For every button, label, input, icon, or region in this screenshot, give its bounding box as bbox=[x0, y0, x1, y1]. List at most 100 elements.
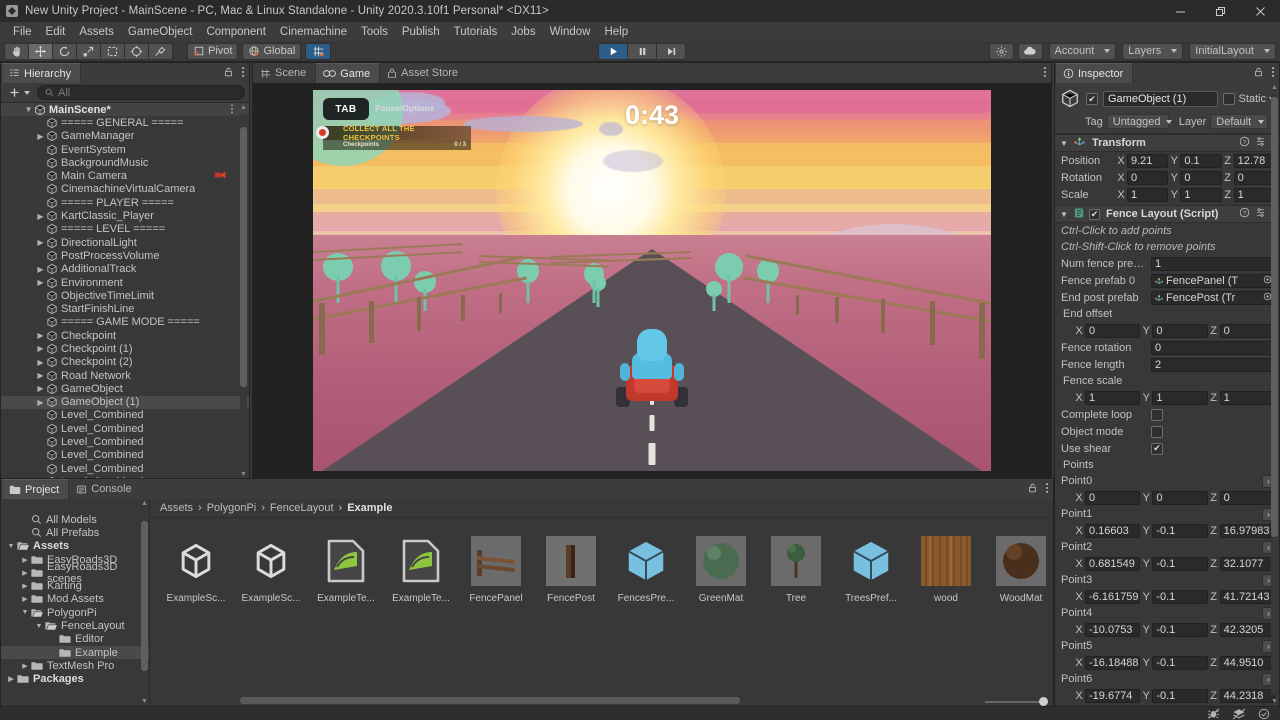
end-post-prefab-object-field[interactable]: FencePost (Tr bbox=[1151, 290, 1275, 305]
tab-inspector[interactable]: Inspector bbox=[1055, 63, 1134, 83]
hierarchy-item[interactable]: Main Camera bbox=[1, 169, 249, 182]
lock-icon[interactable] bbox=[223, 66, 234, 81]
hierarchy-item[interactable]: ===== PLAYER ===== bbox=[1, 196, 249, 209]
point-z-input[interactable]: 42.3205 bbox=[1219, 622, 1275, 637]
asset-item[interactable]: ExampleSc... bbox=[164, 534, 228, 604]
tab-hierarchy[interactable]: Hierarchy bbox=[1, 63, 82, 83]
chevron-right-icon[interactable]: ▶ bbox=[35, 384, 46, 393]
hierarchy-item[interactable]: ▶ GameObject bbox=[1, 382, 249, 395]
layout-dropdown[interactable]: InitialLayout bbox=[1189, 42, 1276, 60]
chevron-right-icon[interactable]: ▶ bbox=[19, 582, 31, 590]
point-y-input[interactable]: -0.1 bbox=[1152, 589, 1208, 604]
transform-position-x-input[interactable]: 9.21 bbox=[1127, 153, 1169, 168]
hierarchy-item[interactable]: ===== GAME MODE ===== bbox=[1, 316, 249, 329]
object-mode-checkbox[interactable] bbox=[1151, 425, 1163, 438]
hierarchy-item[interactable]: BackgroundMusic bbox=[1, 156, 249, 169]
custom-editor-tool-button[interactable] bbox=[148, 42, 173, 60]
preset-icon[interactable] bbox=[1255, 207, 1266, 221]
chevron-right-icon[interactable]: ▶ bbox=[35, 238, 46, 247]
hierarchy-item[interactable]: ▶ KartClassic_Player bbox=[1, 209, 249, 222]
point-z-input[interactable]: 44.2318 bbox=[1219, 688, 1275, 703]
hierarchy-item[interactable]: PostProcessVolume bbox=[1, 249, 249, 262]
help-icon[interactable]: ? bbox=[1239, 136, 1250, 150]
hierarchy-item[interactable]: ▶ GameObject (1) bbox=[1, 395, 249, 409]
point-x-input[interactable]: 0.681549 bbox=[1085, 556, 1141, 571]
layers-icon[interactable] bbox=[1232, 707, 1246, 720]
chevron-right-icon[interactable]: ▶ bbox=[35, 278, 46, 287]
point-x-input[interactable]: -16.18488 bbox=[1085, 655, 1141, 670]
object-enabled-checkbox[interactable] bbox=[1086, 93, 1098, 105]
chevron-right-icon[interactable]: ▶ bbox=[35, 265, 46, 274]
hierarchy-item[interactable]: ▶ DirectionalLight bbox=[1, 236, 249, 249]
point-z-input[interactable]: 41.72143 bbox=[1219, 589, 1275, 604]
project-tree-item[interactable]: ▶ Packages bbox=[1, 673, 149, 686]
chevron-right-icon[interactable]: ▶ bbox=[35, 132, 46, 141]
object-name-input[interactable]: GameObject (1) bbox=[1103, 91, 1219, 107]
point-x-input[interactable]: -6.161759 bbox=[1085, 589, 1141, 604]
hierarchy-item[interactable]: EventSystem bbox=[1, 143, 249, 156]
preset-icon[interactable] bbox=[1255, 136, 1266, 150]
transform-rotation-z-input[interactable]: 0 bbox=[1233, 170, 1275, 185]
asset-item[interactable]: WoodMat bbox=[989, 534, 1053, 604]
breadcrumb-example[interactable]: Example bbox=[347, 502, 392, 514]
hierarchy-item[interactable]: StartFinishLine bbox=[1, 302, 249, 315]
transform-rotation-y-input[interactable]: 0 bbox=[1180, 170, 1222, 185]
asset-zoom-handle[interactable] bbox=[1039, 697, 1048, 706]
cloud-button[interactable] bbox=[1017, 42, 1043, 60]
point-y-input[interactable]: -0.1 bbox=[1152, 523, 1208, 538]
static-checkbox[interactable] bbox=[1223, 93, 1236, 105]
scrollbar-thumb[interactable] bbox=[240, 697, 740, 704]
help-icon[interactable]: ? bbox=[1239, 207, 1250, 221]
point-x-input[interactable]: 0 bbox=[1085, 490, 1141, 505]
move-tool-button[interactable] bbox=[28, 42, 53, 60]
use-shear-checkbox[interactable] bbox=[1151, 442, 1163, 455]
inspector-scrollbar[interactable]: ▲ ▼ bbox=[1270, 83, 1279, 706]
point-y-input[interactable]: -0.1 bbox=[1152, 688, 1208, 703]
scroll-up-arrow[interactable]: ▲ bbox=[141, 499, 148, 508]
project-folder-tree[interactable]: All Models All Prefabs ▼ Assets ▶ EasyRoads3D… bbox=[1, 499, 150, 706]
transform-scale-z-input[interactable]: 1 bbox=[1233, 187, 1275, 202]
scrollbar-thumb[interactable] bbox=[141, 521, 148, 671]
end-offset-x-input[interactable]: 0 bbox=[1085, 323, 1141, 338]
menu-tools[interactable]: Tools bbox=[354, 24, 395, 40]
asset-item[interactable]: Tree bbox=[764, 534, 828, 604]
close-button[interactable] bbox=[1240, 0, 1280, 22]
step-button[interactable] bbox=[656, 42, 686, 60]
hierarchy-item[interactable]: ▶ AdditionalTrack bbox=[1, 263, 249, 276]
scrollbar-thumb[interactable] bbox=[1271, 97, 1278, 537]
project-tree-item[interactable]: All Prefabs bbox=[1, 526, 149, 539]
tab-game[interactable]: Game bbox=[315, 63, 381, 83]
rotate-tool-button[interactable] bbox=[52, 42, 77, 60]
asset-item[interactable]: ExampleTe... bbox=[314, 534, 378, 604]
tab-asset-store[interactable]: Asset Store bbox=[380, 63, 468, 83]
transform-scale-x-input[interactable]: 1 bbox=[1127, 187, 1169, 202]
hierarchy-scrollbar[interactable]: ▲ ▼ bbox=[239, 103, 248, 479]
fence-layout-component-header[interactable]: ▼ Fence Layout (Script) ? bbox=[1055, 205, 1279, 223]
asset-item[interactable]: FencePanel bbox=[464, 534, 528, 604]
point-y-input[interactable]: -0.1 bbox=[1152, 622, 1208, 637]
chevron-right-icon[interactable]: ▶ bbox=[35, 358, 46, 367]
lock-icon[interactable] bbox=[1027, 482, 1038, 497]
transform-component-header[interactable]: ▼ Transform ? bbox=[1055, 134, 1279, 152]
project-tree-item[interactable]: ▼ Assets bbox=[1, 540, 149, 553]
scrollbar-thumb[interactable] bbox=[240, 127, 247, 387]
asset-item[interactable]: FencePost bbox=[539, 534, 603, 604]
hierarchy-item[interactable]: Level_Combined bbox=[1, 422, 249, 435]
chevron-right-icon[interactable]: ▶ bbox=[19, 556, 31, 564]
hierarchy-item[interactable]: ▶ Checkpoint (2) bbox=[1, 356, 249, 369]
project-tree-item[interactable]: ▶ EasyRoads3D scenes bbox=[1, 561, 149, 585]
hierarchy-item[interactable]: ▶ Checkpoint bbox=[1, 329, 249, 342]
hierarchy-scene-root[interactable]: ▼ MainScene* ⋮ bbox=[1, 103, 249, 117]
asset-zoom-slider[interactable] bbox=[985, 697, 1048, 706]
asset-item[interactable]: wood bbox=[914, 534, 978, 604]
end-offset-z-input[interactable]: 0 bbox=[1219, 323, 1275, 338]
project-tree-item[interactable]: ▼ FenceLayout bbox=[1, 619, 149, 632]
fence-prefab0-object-field[interactable]: FencePanel (T bbox=[1151, 273, 1275, 288]
hierarchy-item[interactable]: ▶ Checkpoint (1) bbox=[1, 342, 249, 355]
hierarchy-menu-icon[interactable] bbox=[241, 66, 245, 81]
transform-position-z-input[interactable]: 12.78 bbox=[1233, 153, 1275, 168]
hierarchy-search-input[interactable]: All bbox=[37, 85, 245, 100]
tab-project[interactable]: Project bbox=[1, 479, 70, 499]
point-y-input[interactable]: 0 bbox=[1152, 490, 1208, 505]
chevron-right-icon[interactable]: ▶ bbox=[19, 662, 31, 670]
